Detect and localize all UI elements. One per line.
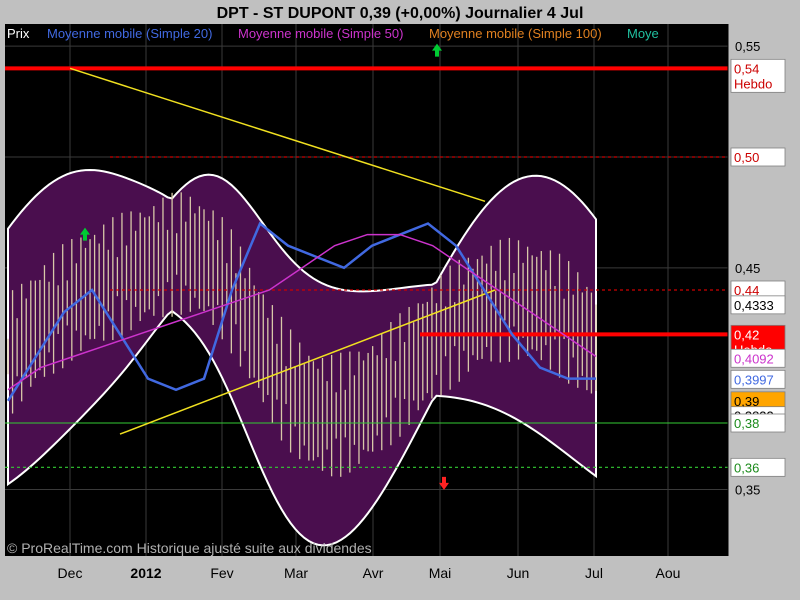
- legend-item: Moye: [627, 26, 659, 41]
- y-tick-label: 0,45: [735, 261, 760, 276]
- x-tick-label: Mai: [429, 565, 452, 581]
- price-tag-label: 0,4333: [734, 298, 774, 313]
- legend-item: Moyenne mobile (Simple 20): [47, 26, 212, 41]
- price-tag-label: 0,38: [734, 416, 759, 431]
- price-tag-label: 0,3997: [734, 372, 774, 387]
- y-tick-label: 0,35: [735, 483, 760, 498]
- price-tag-label: 0,36: [734, 460, 759, 475]
- price-tag-label: 0,4092: [734, 351, 774, 366]
- watermark: © ProRealTime.com Historique ajusté suit…: [7, 540, 372, 556]
- x-tick-label: Mar: [284, 565, 308, 581]
- legend-prix: Prix: [7, 26, 30, 41]
- x-tick-label: Jul: [585, 565, 603, 581]
- legend-item: Moyenne mobile (Simple 100): [429, 26, 602, 41]
- price-tag-label: Hebdo: [734, 76, 772, 91]
- x-tick-label: Fev: [210, 565, 233, 581]
- x-tick-label: 2012: [130, 565, 161, 581]
- legend-item: Moyenne mobile (Simple 50): [238, 26, 403, 41]
- price-tag-label: 0,50: [734, 150, 759, 165]
- chart-root: 0,550,500,450,350,54Hebdo0,500,440,43330…: [0, 0, 800, 600]
- y-tick-label: 0,55: [735, 39, 760, 54]
- price-tag-label: 0,42: [734, 327, 759, 342]
- price-tag-label: 0,54: [734, 61, 759, 76]
- x-tick-label: Avr: [363, 565, 384, 581]
- x-tick-label: Aou: [656, 565, 681, 581]
- x-tick-label: Jun: [507, 565, 530, 581]
- chart-title: DPT - ST DUPONT 0,39 (+0,00%) Journalier…: [217, 5, 584, 22]
- chart-svg: 0,550,500,450,350,54Hebdo0,500,440,43330…: [0, 0, 800, 600]
- x-tick-label: Dec: [58, 565, 83, 581]
